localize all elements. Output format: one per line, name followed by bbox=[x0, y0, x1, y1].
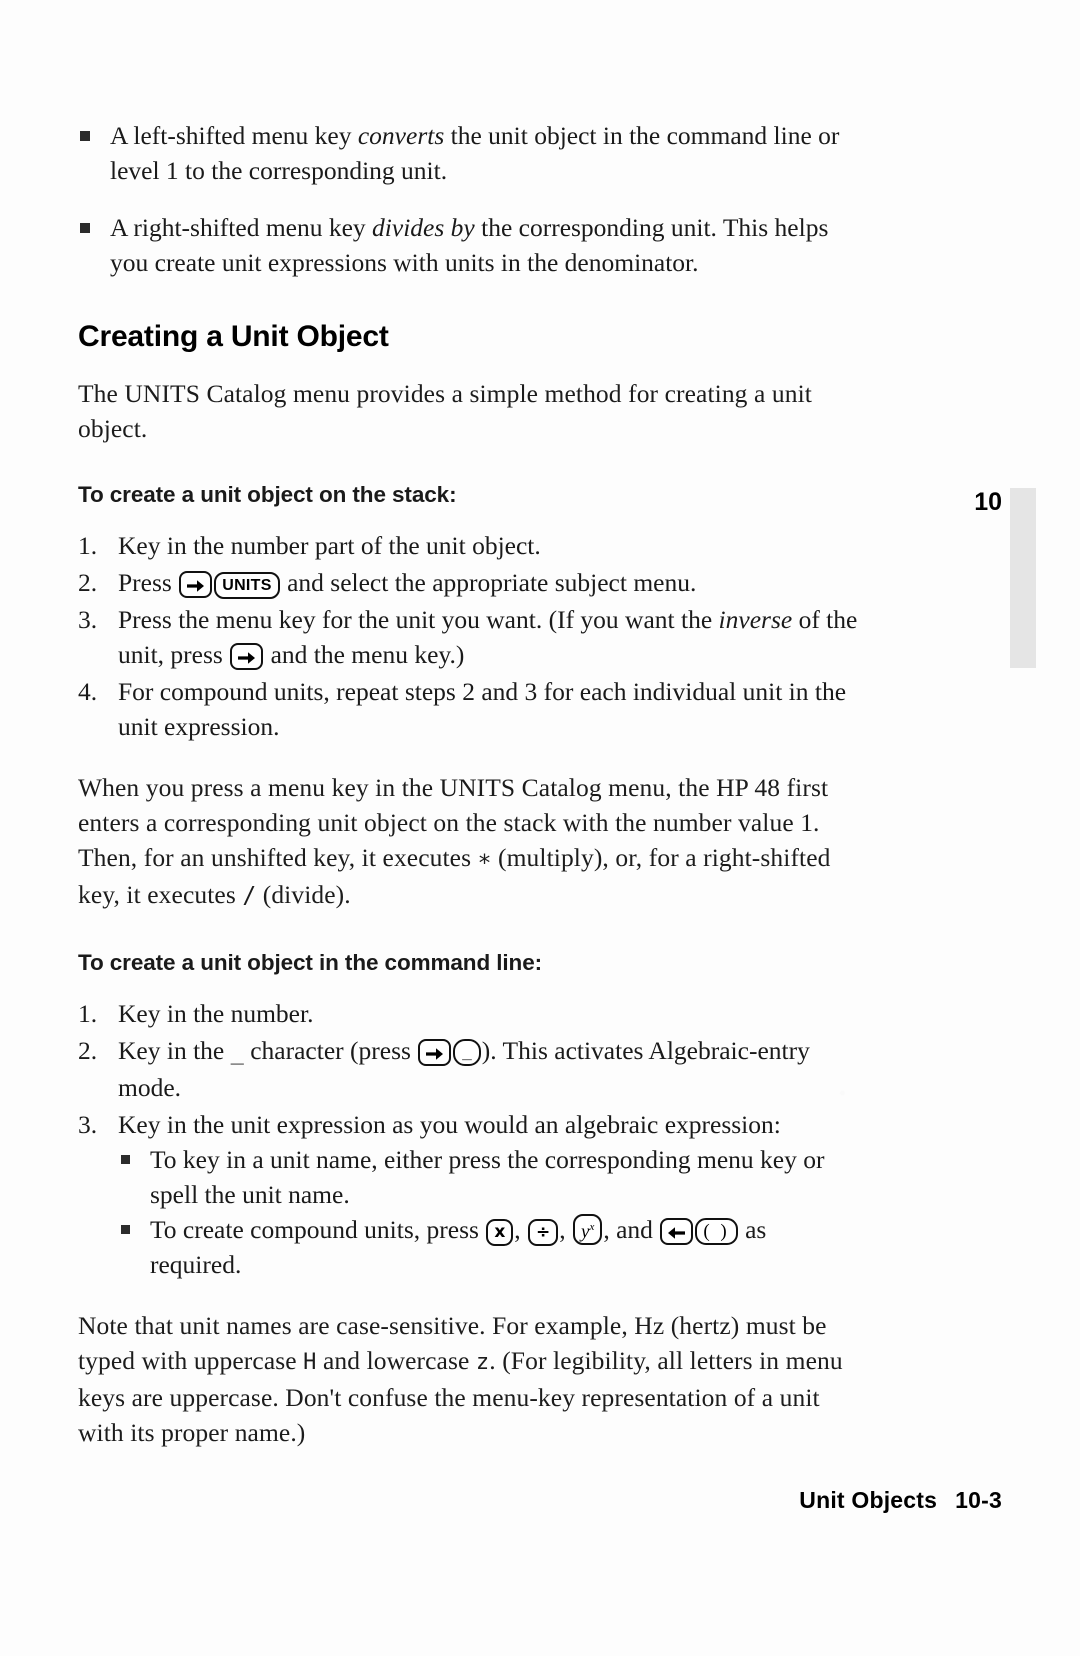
list-item: 1. Key in the number. bbox=[78, 996, 858, 1031]
step-number: 2. bbox=[78, 568, 98, 597]
list-item: 3. Press the menu key for the unit you w… bbox=[78, 602, 858, 672]
stack-procedure-list: 1. Key in the number part of the unit ob… bbox=[78, 528, 858, 744]
multiply-key-icon: x bbox=[486, 1219, 514, 1246]
power-key-icon: yx bbox=[573, 1213, 603, 1245]
commandline-procedure-list: 1. Key in the number. 2. Key in the _ ch… bbox=[78, 996, 858, 1282]
step-text: Press the menu key for the unit you want… bbox=[118, 605, 719, 634]
square-bullet-icon bbox=[121, 1155, 130, 1164]
sub-bullet-text-1: To create compound units, press bbox=[150, 1215, 486, 1244]
step-text: Key in the unit expression as you would … bbox=[118, 1110, 781, 1139]
left-arrow-icon bbox=[667, 1225, 686, 1241]
right-arrow-icon bbox=[186, 578, 205, 594]
power-key-exponent: x bbox=[589, 1220, 595, 1233]
sub-bullet-text: To key in a unit name, either press the … bbox=[150, 1145, 825, 1209]
divide-key-icon: ÷ bbox=[528, 1219, 559, 1246]
square-bullet-icon bbox=[80, 131, 90, 141]
section-intro-paragraph: The UNITS Catalog menu provides a simple… bbox=[78, 379, 812, 443]
note-paragraph: Note that unit names are case-sensitive.… bbox=[78, 1308, 858, 1450]
step-number: 2. bbox=[78, 1036, 98, 1065]
list-item: 2. Press UNITS and select the appropriat… bbox=[78, 565, 858, 600]
section-heading: Creating a Unit Object bbox=[78, 320, 389, 353]
right-shift-key-icon bbox=[230, 643, 264, 670]
step-number: 3. bbox=[78, 1110, 98, 1139]
list-item: A left-shifted menu key converts the uni… bbox=[78, 118, 858, 188]
square-bullet-icon bbox=[80, 223, 90, 233]
bullet-text-italic: converts bbox=[357, 121, 445, 150]
right-shift-key-icon bbox=[179, 571, 213, 598]
footer-title: Unit Objects bbox=[799, 1487, 938, 1513]
chapter-tab-bar bbox=[1010, 488, 1036, 668]
footer-page-number: 10-3 bbox=[955, 1487, 1002, 1513]
right-arrow-icon bbox=[425, 1046, 444, 1062]
document-page: 10 A left-shifted menu key converts the … bbox=[0, 0, 1080, 1656]
step-text-after: and the menu key.) bbox=[264, 640, 465, 669]
step-text-after: and select the appropriate subject menu. bbox=[280, 568, 697, 597]
commandline-procedure-heading: To create a unit object in the command l… bbox=[78, 950, 543, 975]
list-item: A right-shifted menu key divides by the … bbox=[78, 210, 858, 280]
units-key-icon: UNITS bbox=[214, 572, 280, 599]
left-shift-key-icon bbox=[660, 1218, 694, 1245]
commandline-sub-bullets: To key in a unit name, either press the … bbox=[118, 1142, 858, 1282]
multiply-symbol: ∗ bbox=[477, 846, 492, 872]
step-text: For compound units, repeat steps 2 and 3… bbox=[118, 677, 847, 741]
calc-uppercase-h: H bbox=[303, 1350, 317, 1375]
divide-symbol: / bbox=[242, 883, 257, 909]
step-text: Press bbox=[118, 568, 179, 597]
step-text: Key in the number part of the unit objec… bbox=[118, 531, 541, 560]
right-arrow-icon bbox=[237, 650, 256, 666]
bullet-text-before: A left-shifted menu key bbox=[110, 121, 358, 150]
step-text-mid: character (press bbox=[243, 1036, 418, 1065]
note-text-2: and lowercase bbox=[316, 1346, 476, 1375]
step-number: 4. bbox=[78, 677, 98, 706]
list-item: 4. For compound units, repeat steps 2 an… bbox=[78, 674, 858, 744]
page-footer: Unit Objects 10-3 bbox=[799, 1487, 1002, 1514]
step-number: 3. bbox=[78, 605, 98, 634]
square-bullet-icon bbox=[121, 1225, 130, 1234]
sub-sep-3: , and bbox=[603, 1215, 660, 1244]
intro-bullet-list: A left-shifted menu key converts the uni… bbox=[78, 118, 858, 280]
bullet-text-italic: divides by bbox=[372, 213, 475, 242]
step-text: Key in the number. bbox=[118, 999, 314, 1028]
list-item: 2. Key in the _ character (press _). Thi… bbox=[78, 1033, 858, 1105]
parentheses-key-icon: ( ) bbox=[695, 1218, 738, 1245]
underscore-key-icon: _ bbox=[453, 1039, 481, 1066]
explanation-paragraph: When you press a menu key in the UNITS C… bbox=[78, 770, 858, 914]
list-item: 1. Key in the number part of the unit ob… bbox=[78, 528, 858, 563]
list-item: To create compound units, press x, ÷, yx… bbox=[118, 1212, 858, 1282]
sub-sep-1: , bbox=[514, 1215, 528, 1244]
list-item: To key in a unit name, either press the … bbox=[118, 1142, 858, 1212]
explanation-text-3: (divide). bbox=[256, 880, 351, 909]
page-content: A left-shifted menu key converts the uni… bbox=[78, 118, 858, 1450]
step-number: 1. bbox=[78, 531, 98, 560]
step-text: Key in the bbox=[118, 1036, 231, 1065]
stack-procedure-heading: To create a unit object on the stack: bbox=[78, 482, 457, 507]
step-number: 1. bbox=[78, 999, 98, 1028]
step-text-italic: inverse bbox=[718, 605, 793, 634]
list-item: 3. Key in the unit expression as you wou… bbox=[78, 1107, 858, 1282]
sub-sep-2: , bbox=[559, 1215, 573, 1244]
bullet-text-before: A right-shifted menu key bbox=[110, 213, 373, 242]
calc-lowercase-z: z bbox=[475, 1350, 490, 1375]
underscore-character: _ bbox=[230, 1040, 244, 1065]
chapter-tab-number: 10 bbox=[974, 488, 1002, 516]
right-shift-key-icon bbox=[418, 1039, 452, 1066]
